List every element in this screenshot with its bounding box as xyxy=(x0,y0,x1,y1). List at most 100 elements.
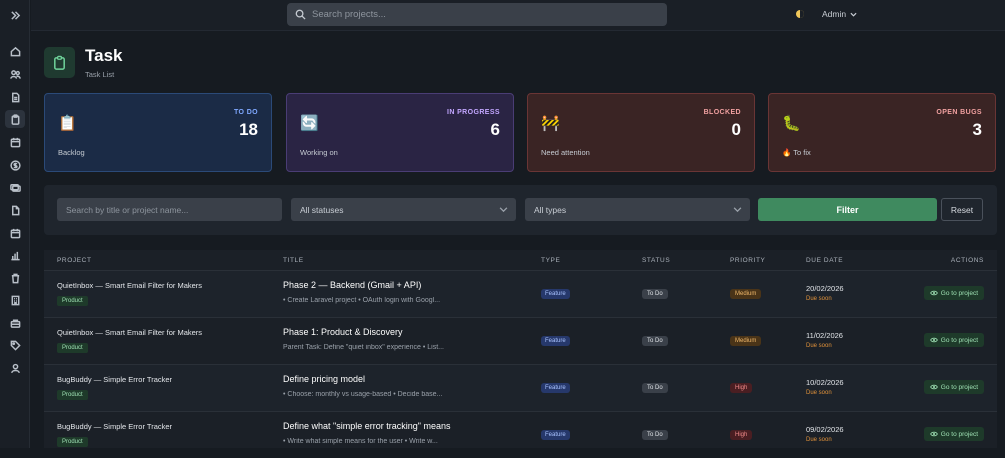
stat-card-in-progress: 🔄 IN PROGRESS 6 Working on xyxy=(286,93,514,172)
eye-icon xyxy=(929,384,938,390)
go-to-project-label: Go to project xyxy=(940,430,978,438)
clipboard-icon xyxy=(44,47,75,78)
task-title: Phase 1: Product & Discovery xyxy=(283,327,403,337)
go-to-project-button[interactable]: Go to project xyxy=(923,333,984,347)
stat-caption: Working on xyxy=(300,148,338,157)
stat-value: 3 xyxy=(972,120,982,139)
chevron-down-icon xyxy=(499,207,508,213)
stat-card-blocked: 🚧 BLOCKED 0 Need attention xyxy=(527,93,755,172)
dollar-icon[interactable] xyxy=(5,156,25,174)
stat-label: BLOCKED xyxy=(703,109,741,116)
trash-icon[interactable] xyxy=(5,269,25,287)
money-icon[interactable] xyxy=(5,178,25,196)
clipboard-icon[interactable] xyxy=(5,110,25,128)
user-icon[interactable] xyxy=(5,359,25,377)
due-note: Due soon xyxy=(806,296,832,302)
calendar-icon[interactable] xyxy=(5,133,25,151)
stat-label: TO DO xyxy=(233,109,258,116)
status-select[interactable]: All statuses xyxy=(291,198,516,221)
document-icon[interactable] xyxy=(5,88,25,106)
stat-caption: 🔥 To fix xyxy=(782,148,811,157)
file-icon[interactable] xyxy=(5,201,25,219)
status-badge: To Do xyxy=(642,383,668,393)
task-description: Parent Task: Define "quiet inbox" experi… xyxy=(283,344,444,351)
type-select[interactable]: All types xyxy=(525,198,750,221)
expand-icon[interactable] xyxy=(5,6,25,24)
bug-icon: 🐛 xyxy=(782,115,801,132)
search-icon xyxy=(295,9,306,20)
user-name: Admin xyxy=(822,9,847,19)
sidebar xyxy=(0,0,30,448)
eye-icon xyxy=(929,431,938,437)
col-header-due-date: DUE DATE xyxy=(806,257,844,264)
stat-card-todo: 📋 TO DO 18 Backlog xyxy=(44,93,272,172)
type-badge: Feature xyxy=(541,430,570,440)
due-note: Due soon xyxy=(806,437,832,443)
calendar2-icon[interactable] xyxy=(5,224,25,242)
task-title: Define pricing model xyxy=(283,374,366,384)
refresh-icon: 🔄 xyxy=(300,115,319,132)
filter-button[interactable]: Filter xyxy=(758,198,937,221)
stat-value: 0 xyxy=(731,120,741,139)
user-menu[interactable]: Admin xyxy=(822,9,857,19)
eye-icon xyxy=(929,290,938,296)
col-header-type: TYPE xyxy=(541,257,561,264)
clipboard-icon: 📋 xyxy=(58,115,77,132)
due-note: Due soon xyxy=(806,343,832,349)
task-title: Define what "simple error tracking" mean… xyxy=(283,421,451,431)
tag-icon[interactable] xyxy=(5,336,25,354)
task-title: Phase 2 — Backend (Gmail + API) xyxy=(283,280,422,290)
building-icon[interactable] xyxy=(5,291,25,309)
topbar: Search projects... Admin xyxy=(31,0,1005,31)
go-to-project-label: Go to project xyxy=(940,383,978,391)
go-to-project-button[interactable]: Go to project xyxy=(923,380,984,394)
page-title: Task xyxy=(85,46,123,65)
go-to-project-button[interactable]: Go to project xyxy=(923,286,984,300)
chart-icon[interactable] xyxy=(5,246,25,264)
due-date: 11/02/2026 xyxy=(806,331,843,340)
briefcase-icon[interactable] xyxy=(5,314,25,332)
reset-button[interactable]: Reset xyxy=(941,198,983,221)
home-icon[interactable] xyxy=(5,42,25,60)
table-row: QuietInbox — Smart Email Filter for Make… xyxy=(44,270,997,317)
due-date: 09/02/2026 xyxy=(806,425,844,434)
task-table: PROJECT TITLE TYPE STATUS PRIORITY DUE D… xyxy=(44,250,997,448)
status-badge: To Do xyxy=(642,336,668,346)
type-badge: Feature xyxy=(541,289,570,299)
project-tag: Product xyxy=(57,437,88,447)
priority-badge: Medium xyxy=(730,336,762,346)
due-note: Due soon xyxy=(806,390,832,396)
col-header-title: TITLE xyxy=(283,257,304,264)
project-name: BugBuddy — Simple Error Tracker xyxy=(57,422,173,431)
search-input[interactable]: Search projects... xyxy=(287,3,667,26)
users-icon[interactable] xyxy=(5,65,25,83)
search-placeholder: Search projects... xyxy=(312,9,386,20)
col-header-project: PROJECT xyxy=(57,257,92,264)
task-description: • Write what simple means for the user •… xyxy=(283,438,438,445)
stat-caption: Backlog xyxy=(58,148,85,157)
stat-value: 18 xyxy=(239,120,258,139)
project-tag: Product xyxy=(57,296,88,306)
status-badge: To Do xyxy=(642,430,668,440)
barrier-icon: 🚧 xyxy=(541,115,560,132)
priority-badge: Medium xyxy=(730,289,762,299)
filter-bar: Search by title or project name... All s… xyxy=(44,185,997,235)
due-date: 20/02/2026 xyxy=(806,284,844,293)
table-row: BugBuddy — Simple Error Tracker Product De… xyxy=(44,364,997,411)
col-header-status: STATUS xyxy=(642,257,671,264)
type-badge: Feature xyxy=(541,383,570,393)
stat-value: 6 xyxy=(490,120,500,139)
task-description: • Create Laravel project • OAuth login w… xyxy=(283,297,441,304)
chevron-down-icon xyxy=(733,207,742,213)
due-date: 10/02/2026 xyxy=(806,378,844,387)
go-to-project-button[interactable]: Go to project xyxy=(923,427,984,441)
page-subtitle: Task List xyxy=(85,70,115,79)
project-tag: Product xyxy=(57,390,88,400)
priority-badge: High xyxy=(730,383,753,393)
status-select-value: All statuses xyxy=(300,204,344,215)
stat-card-open-bugs: 🐛 OPEN BUGS 3 🔥 To fix xyxy=(768,93,996,172)
col-header-actions: ACTIONS xyxy=(950,257,984,264)
task-search-input[interactable]: Search by title or project name... xyxy=(57,198,282,221)
theme-toggle-icon[interactable] xyxy=(795,9,805,19)
project-name: QuietInbox — Smart Email Filter for Make… xyxy=(57,328,203,337)
